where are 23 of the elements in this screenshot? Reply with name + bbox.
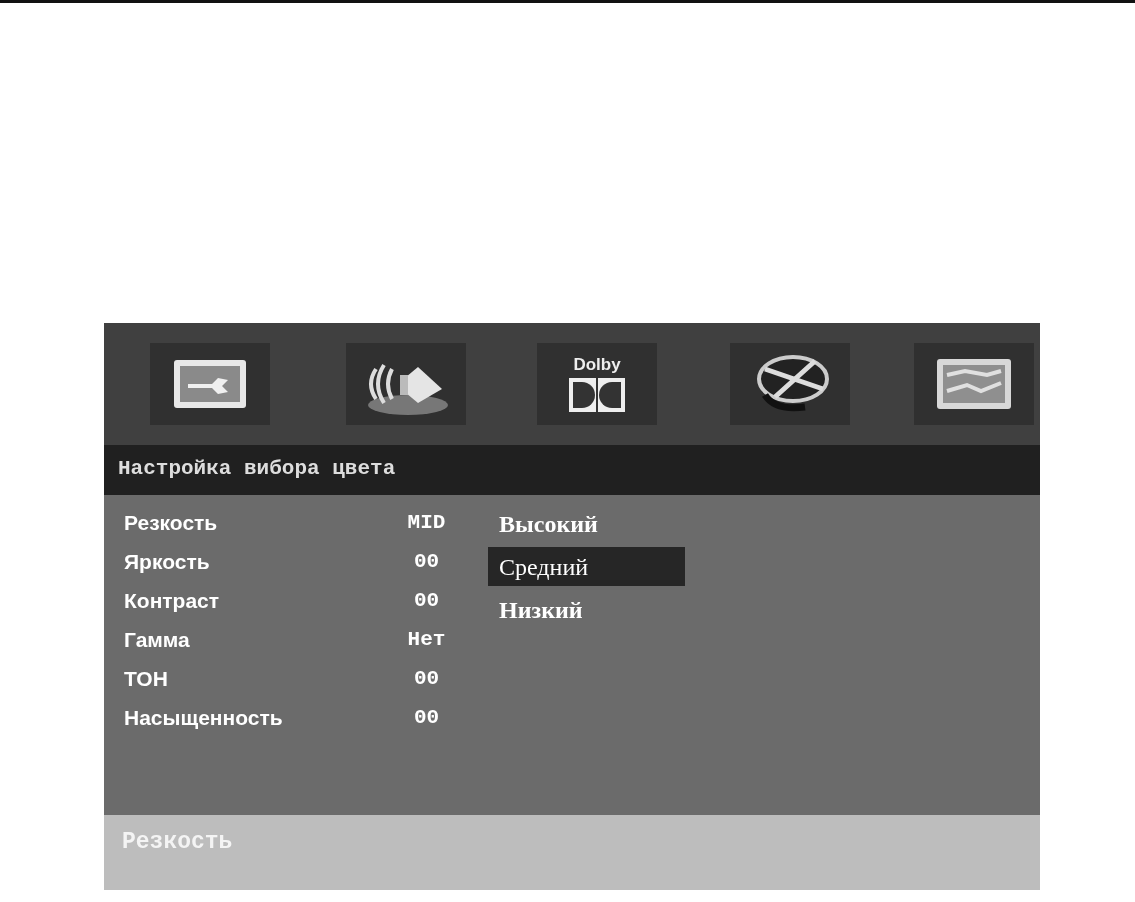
option-item[interactable]: Низкий — [488, 590, 685, 629]
menu-tab[interactable] — [730, 343, 850, 425]
setting-label: Резкость — [124, 510, 218, 534]
menu-tab[interactable] — [346, 343, 466, 425]
setting-value: 00 — [413, 549, 440, 573]
setting-value: 00 — [413, 705, 440, 729]
section-title: Настройка вибора цвета — [118, 457, 396, 480]
dolby-label: Dolby — [573, 355, 621, 373]
setting-label: Насыщенность — [124, 705, 283, 729]
setting-value: 00 — [413, 666, 440, 690]
setting-label: Яркость — [124, 549, 210, 573]
setting-label: ТОН — [124, 666, 168, 690]
setting-label: Гамма — [124, 627, 190, 651]
setting-value: MID — [407, 510, 446, 534]
setting-value: 00 — [413, 588, 440, 612]
option-item[interactable]: Средний — [488, 547, 685, 586]
setting-value: Нет — [407, 627, 446, 651]
menu-tab[interactable]: Dolby — [537, 343, 657, 425]
menu-tab[interactable] — [150, 343, 270, 425]
option-item[interactable]: Высокий — [488, 504, 685, 543]
setting-label: Контраст — [124, 588, 220, 612]
menu-tab[interactable] — [914, 343, 1034, 425]
double-d-icon — [568, 376, 626, 413]
